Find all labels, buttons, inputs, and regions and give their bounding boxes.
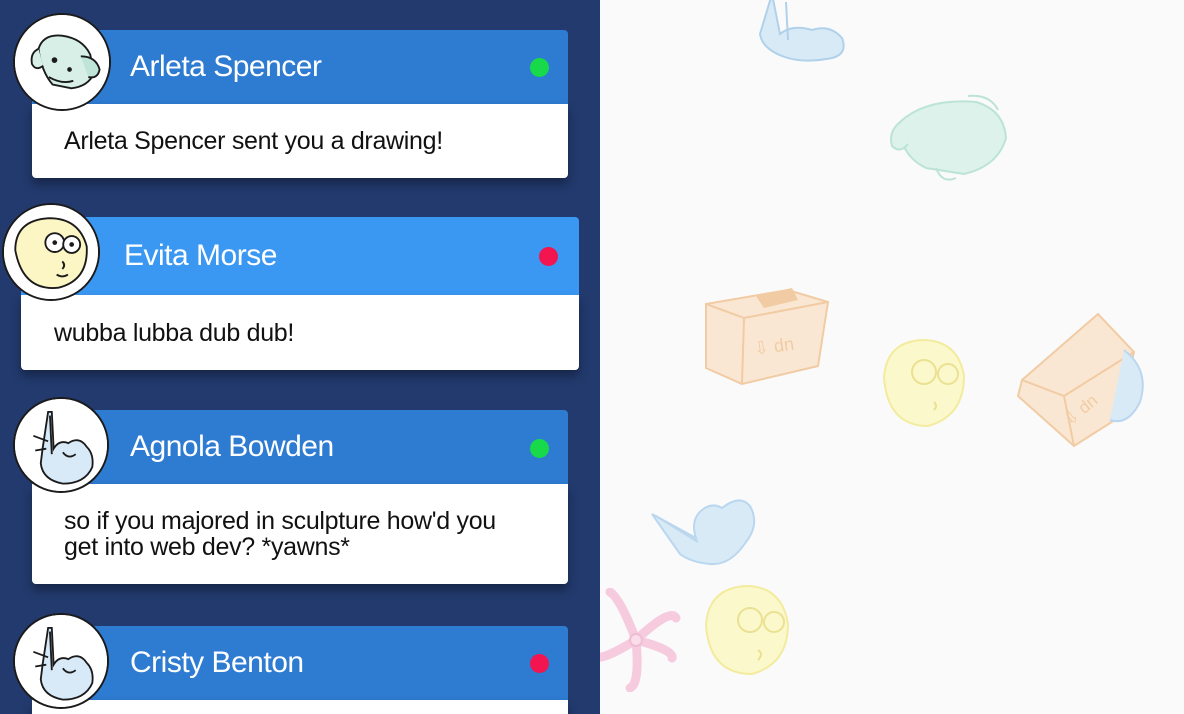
contact-name: Agnola Bowden — [130, 430, 334, 463]
flower-doodle-icon — [600, 588, 681, 692]
dog-doodle-icon — [890, 94, 1008, 181]
message-preview: so if you majored in sculpture how'd you… — [64, 507, 496, 561]
hand-gesture-icon — [15, 615, 107, 707]
conversation-header[interactable]: Agnola Bowden — [32, 410, 568, 484]
message-preview: wubba lubba dub dub! — [54, 319, 295, 347]
avatar[interactable] — [13, 397, 109, 493]
box-doodle-icon: ⇩ dn — [1016, 312, 1144, 448]
conversation-header[interactable]: Cristy Benton — [32, 626, 568, 700]
contact-name: Arleta Spencer — [130, 50, 322, 83]
morty-face-icon — [4, 205, 98, 299]
status-online-indicator — [530, 439, 549, 458]
morty-doodle-icon — [704, 584, 790, 676]
conversation-preview[interactable]: so if you majored in sculpture how'd you… — [32, 484, 568, 584]
conversation-card[interactable]: Evita Morse wubba lubba dub dub! — [21, 217, 579, 370]
conversation-preview[interactable] — [32, 700, 568, 714]
contact-name: Cristy Benton — [130, 646, 304, 679]
conversation-preview[interactable]: Arleta Spencer sent you a drawing! — [32, 104, 568, 178]
box-doodle-icon: ⇩ dn — [705, 288, 830, 386]
avatar[interactable] — [2, 203, 100, 301]
status-busy-indicator — [539, 247, 558, 266]
morty-doodle-icon — [882, 338, 966, 428]
dog-icon — [15, 15, 109, 109]
contact-name: Evita Morse — [124, 239, 277, 272]
avatar[interactable] — [13, 613, 109, 709]
status-online-indicator — [530, 58, 549, 77]
conversation-card[interactable]: Arleta Spencer Arleta Spencer sent you a… — [32, 30, 568, 178]
conversation-header[interactable]: Arleta Spencer — [32, 30, 568, 104]
conversation-card[interactable]: Agnola Bowden so if you majored in sculp… — [32, 410, 568, 584]
message-preview: Arleta Spencer sent you a drawing! — [64, 127, 443, 155]
status-busy-indicator — [530, 654, 549, 673]
conversation-preview[interactable]: wubba lubba dub dub! — [21, 295, 579, 370]
hand-gesture-icon — [15, 399, 107, 491]
avatar[interactable] — [13, 13, 111, 111]
conversation-sidebar: Arleta Spencer Arleta Spencer sent you a… — [0, 0, 600, 714]
conversation-header[interactable]: Evita Morse — [21, 217, 579, 295]
hand-doodle-icon — [651, 499, 756, 566]
doodle-background: ⇩ dn ⇩ dn — [600, 0, 1184, 714]
conversation-card[interactable]: Cristy Benton — [32, 626, 568, 714]
hand-doodle-icon — [758, 0, 845, 62]
